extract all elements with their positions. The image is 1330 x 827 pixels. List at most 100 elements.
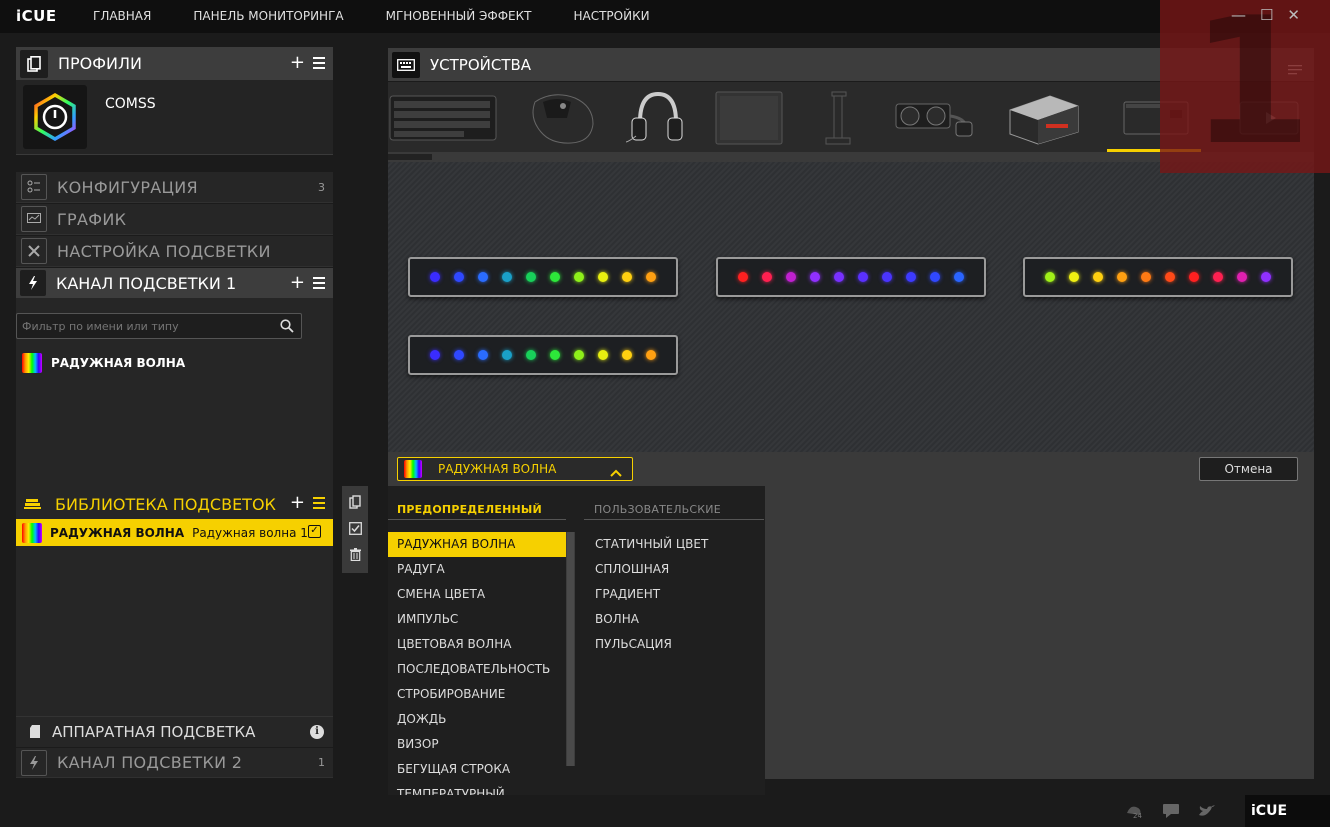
copy-icon[interactable] — [349, 495, 361, 512]
top-bar: iCUE ГЛАВНАЯ ПАНЕЛЬ МОНИТОРИНГА МГНОВЕНН… — [0, 0, 1330, 33]
predefined-scrollbar[interactable] — [566, 532, 575, 766]
channel1-effect-item[interactable]: РАДУЖНАЯ ВОЛНА — [22, 353, 185, 373]
predefined-effect-item[interactable]: СТРОБИРОВАНИЕ — [388, 682, 566, 707]
filter-field[interactable] — [16, 313, 302, 339]
led-dot — [954, 272, 964, 282]
library-menu-icon[interactable] — [313, 492, 325, 514]
library-item-detail: Радужная волна 1 — [192, 525, 308, 540]
graph-label: ГРАФИК — [57, 209, 127, 229]
library-icon — [24, 495, 42, 514]
chat-icon[interactable] — [1162, 803, 1180, 823]
led-strip[interactable] — [716, 257, 986, 297]
predefined-effect-item[interactable]: РАДУГА — [388, 557, 566, 582]
device-carousel-scroll-thumb[interactable] — [388, 154, 432, 160]
lightning-icon — [21, 749, 47, 776]
add-effect-button[interactable]: + — [290, 272, 305, 294]
device-mousepad[interactable] — [714, 88, 784, 146]
lightning-icon — [20, 270, 46, 296]
profile-image — [23, 85, 87, 149]
led-strip[interactable] — [408, 335, 678, 375]
library-title: БИБЛИОТЕКА ПОДСВЕТОК — [55, 494, 276, 514]
menu-configuration[interactable]: КОНФИГУРАЦИЯ 3 — [16, 172, 333, 203]
checkbox-icon[interactable]: ✓ — [308, 525, 321, 538]
trash-icon[interactable] — [349, 548, 361, 564]
predefined-effect-item[interactable]: СМЕНА ЦВЕТА — [388, 582, 566, 607]
menu-channel2[interactable]: КАНАЛ ПОДСВЕТКИ 2 1 — [16, 748, 333, 778]
info-icon[interactable]: i — [310, 725, 324, 739]
channel1-title: КАНАЛ ПОДСВЕТКИ 1 — [56, 273, 237, 293]
predefined-effect-item[interactable]: ЦВЕТОВАЯ ВОЛНА — [388, 632, 566, 657]
menu-lighting-setup[interactable]: НАСТРОЙКА ПОДСВЕТКИ — [16, 236, 333, 267]
device-liquid-cooler[interactable] — [894, 88, 974, 146]
predefined-effect-item[interactable]: БЕГУЩАЯ СТРОКА — [388, 757, 566, 782]
effect-select[interactable]: РАДУЖНАЯ ВОЛНА — [397, 457, 633, 481]
filter-input[interactable] — [17, 314, 301, 338]
device-keyboard[interactable] — [388, 88, 498, 146]
close-button[interactable]: ✕ — [1287, 6, 1300, 24]
twitter-icon[interactable] — [1198, 803, 1216, 823]
menu-graph[interactable]: ГРАФИК — [16, 204, 333, 235]
custom-effect-item[interactable]: СТАТИЧНЫЙ ЦВЕТ — [586, 532, 756, 557]
add-profile-button[interactable]: + — [290, 52, 305, 74]
predefined-effect-item[interactable]: ПОСЛЕДОВАТЕЛЬНОСТЬ — [388, 657, 566, 682]
led-dot — [574, 272, 584, 282]
nav-dashboard[interactable]: ПАНЕЛЬ МОНИТОРИНГА — [193, 0, 343, 33]
minimize-button[interactable]: — — [1231, 6, 1246, 24]
predefined-effect-item[interactable]: ВИЗОР — [388, 732, 566, 757]
led-dot — [1093, 272, 1103, 282]
led-dot — [478, 350, 488, 360]
menu-hardware-lighting[interactable]: АППАРАТНАЯ ПОДСВЕТКА i — [16, 716, 333, 747]
led-dot — [550, 272, 560, 282]
custom-effect-item[interactable]: ВОЛНА — [586, 607, 756, 632]
chevron-up-icon — [610, 463, 622, 482]
nav-instant-lighting[interactable]: МГНОВЕННЫЙ ЭФФЕКТ — [386, 0, 532, 33]
predefined-scroll-thumb[interactable] — [567, 532, 574, 766]
led-strip[interactable] — [1023, 257, 1293, 297]
library-tools — [342, 486, 368, 573]
custom-effect-item[interactable]: ПУЛЬСАЦИЯ — [586, 632, 756, 657]
divider — [584, 519, 764, 520]
led-dot — [1165, 272, 1175, 282]
device-power-supply[interactable] — [1006, 88, 1082, 146]
channel1-menu-icon[interactable] — [313, 272, 325, 294]
search-icon[interactable] — [280, 318, 294, 337]
effect-dropdown: ПРЕДОПРЕДЕЛЕННЫЙ ПОЛЬЗОВАТЕЛЬСКИЕ РАДУЖН… — [388, 486, 765, 827]
custom-tab[interactable]: ПОЛЬЗОВАТЕЛЬСКИЕ — [594, 503, 721, 516]
led-dot — [1045, 272, 1055, 282]
custom-effect-item[interactable]: СПЛОШНАЯ — [586, 557, 756, 582]
led-dot — [1237, 272, 1247, 282]
apply-check-icon[interactable] — [348, 522, 362, 538]
led-dot — [1069, 272, 1079, 282]
predefined-effect-item[interactable]: ИМПУЛЬС — [388, 607, 566, 632]
maximize-button[interactable]: ☐ — [1260, 6, 1273, 24]
rainbow-swatch-icon — [22, 353, 42, 373]
device-mouse[interactable] — [523, 88, 598, 146]
profile-card[interactable]: COMSS — [16, 80, 333, 155]
add-library-button[interactable]: + — [290, 492, 305, 514]
predefined-tab[interactable]: ПРЕДОПРЕДЕЛЕННЫЙ — [397, 503, 542, 516]
app-logo: iCUE — [16, 7, 57, 25]
graph-icon — [21, 206, 47, 232]
nav-home[interactable]: ГЛАВНАЯ — [93, 0, 151, 33]
device-headset[interactable] — [626, 88, 686, 146]
keyboard-icon — [392, 51, 420, 78]
led-dot — [762, 272, 772, 282]
device-headset-stand[interactable] — [818, 88, 858, 146]
svg-text:24: 24 — [1133, 812, 1142, 819]
configuration-label: КОНФИГУРАЦИЯ — [57, 177, 198, 197]
lighting-canvas — [388, 162, 1314, 452]
notifications-icon[interactable]: 24 — [1124, 803, 1144, 823]
cancel-button[interactable]: Отмена — [1199, 457, 1298, 481]
led-dot — [574, 350, 584, 360]
led-strip[interactable] — [408, 257, 678, 297]
custom-effect-item[interactable]: ГРАДИЕНТ — [586, 582, 756, 607]
rainbow-swatch-icon — [22, 522, 42, 543]
predefined-effect-item[interactable]: ДОЖДЬ — [388, 707, 566, 732]
predefined-list: РАДУЖНАЯ ВОЛНА РАДУГА СМЕНА ЦВЕТА ИМПУЛЬС ЦВ… — [388, 532, 566, 827]
profiles-menu-icon[interactable] — [313, 52, 325, 74]
library-item[interactable]: РАДУЖНАЯ ВОЛНА Радужная волна 1 ✓ — [16, 519, 333, 546]
led-dot — [930, 272, 940, 282]
profiles-title: ПРОФИЛИ — [58, 54, 143, 73]
nav-settings[interactable]: НАСТРОЙКИ — [573, 0, 649, 33]
predefined-effect-item[interactable]: РАДУЖНАЯ ВОЛНА — [388, 532, 566, 557]
